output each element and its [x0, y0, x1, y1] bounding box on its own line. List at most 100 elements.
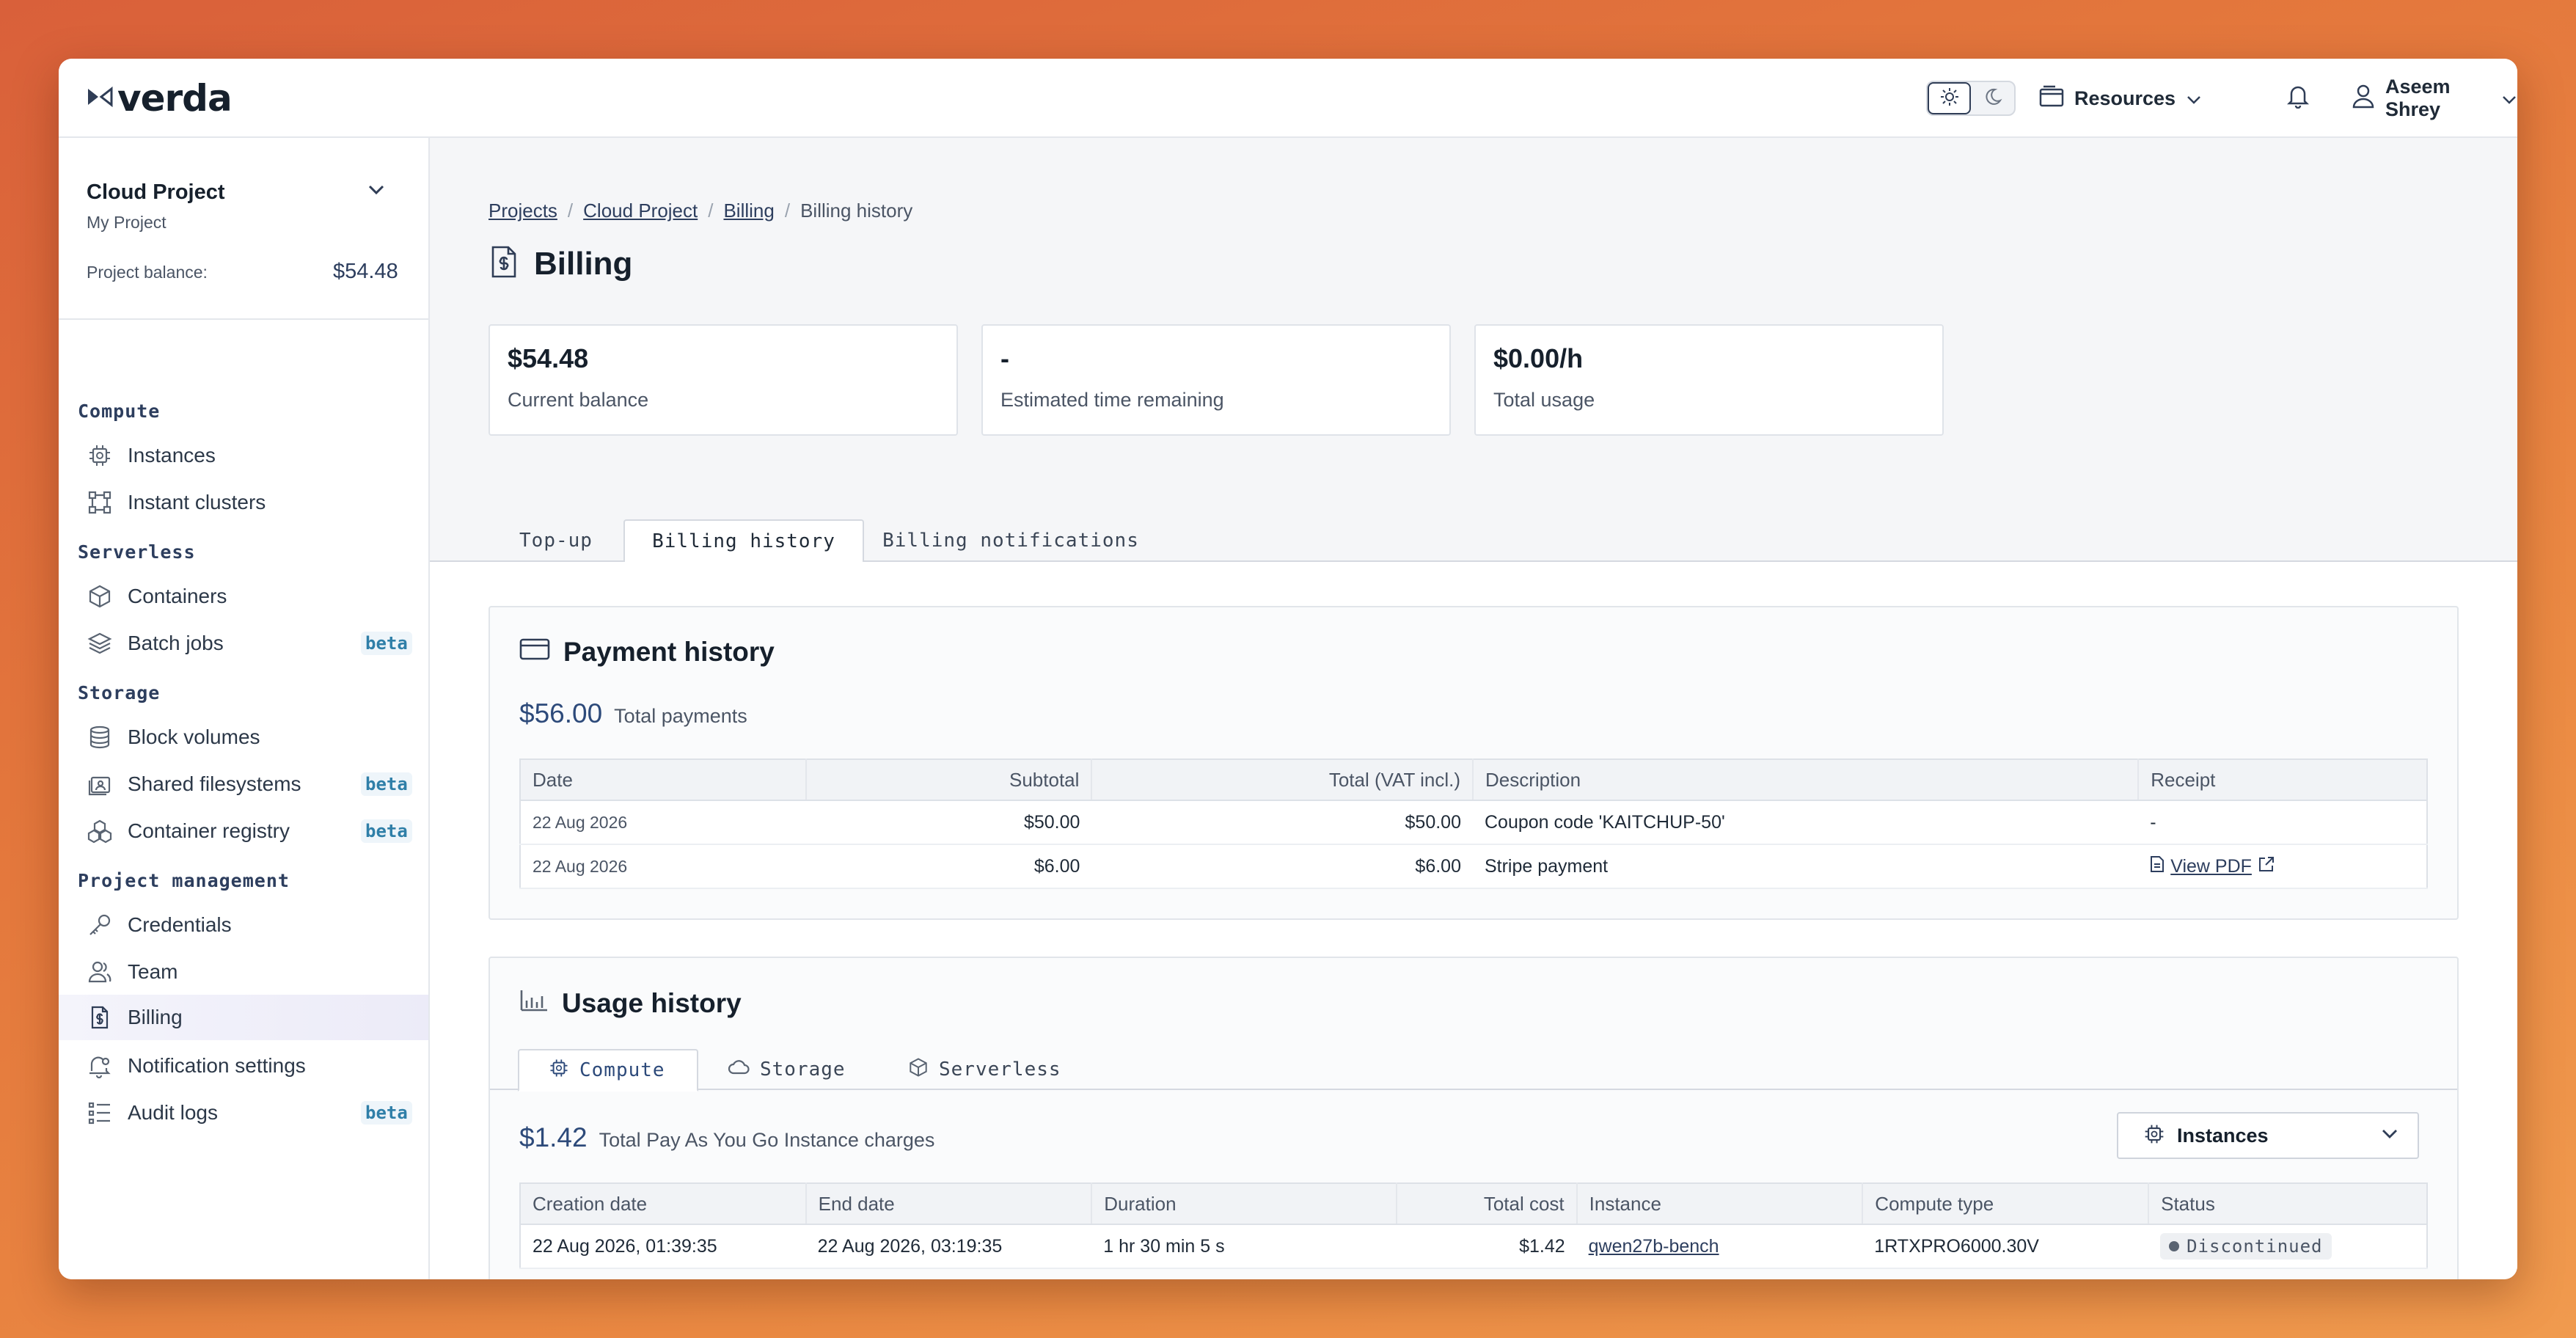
- sidebar-item-instances[interactable]: Instances: [59, 433, 428, 478]
- resources-label: Resources: [2074, 87, 2176, 109]
- sidebar-item-label: Team: [128, 960, 178, 983]
- sidebar-item-containers[interactable]: Containers: [59, 574, 428, 619]
- table-row: 22 Aug 2026, 01:39:35 22 Aug 2026, 03:19…: [520, 1224, 2427, 1269]
- notifications-button[interactable]: [2286, 81, 2310, 116]
- sidebar-item-shared-filesystems[interactable]: Shared filesystems beta: [59, 761, 428, 807]
- project-selector[interactable]: Cloud Project My Project Project balance…: [59, 138, 428, 320]
- column-header: Compute type: [1862, 1183, 2150, 1225]
- table-header-row: Creation date End date Duration Total co…: [520, 1183, 2427, 1225]
- breadcrumb-cloud-project[interactable]: Cloud Project: [583, 200, 698, 222]
- sidebar-item-notification-settings[interactable]: Notification settings: [59, 1043, 428, 1089]
- breadcrumb-separator: /: [567, 200, 574, 222]
- column-header: Duration: [1091, 1183, 1397, 1225]
- sidebar-item-container-registry[interactable]: Container registry beta: [59, 808, 428, 854]
- user-menu[interactable]: Aseem Shrey: [2352, 76, 2517, 120]
- sidebar-item-label: Batch jobs: [128, 632, 224, 654]
- subtab-compute[interactable]: Compute: [518, 1049, 698, 1092]
- dark-mode-button[interactable]: [1971, 82, 2014, 114]
- sidebar-item-label: Instances: [128, 444, 216, 467]
- subtab-serverless-label: Serverless: [939, 1059, 1061, 1081]
- payment-receipt: -: [2138, 800, 2427, 845]
- table-row: 22 Aug 2026 $50.00 $50.00 Coupon code 'K…: [520, 800, 2427, 845]
- sidebar-item-label: Containers: [128, 585, 227, 607]
- tab-billing-history[interactable]: Billing history: [623, 519, 864, 563]
- chip-icon: [549, 1058, 569, 1083]
- total-payments-label: Total payments: [614, 705, 747, 727]
- theme-toggle[interactable]: [1926, 81, 2016, 116]
- logo[interactable]: verda: [87, 77, 233, 120]
- usage-history-title: Usage history: [519, 987, 742, 1019]
- sidebar-item-label: Audit logs: [128, 1101, 218, 1124]
- sidebar-item-label: Block volumes: [128, 725, 260, 748]
- view-pdf-link[interactable]: View PDF: [2150, 855, 2275, 878]
- status-label: Discontinued: [2187, 1236, 2323, 1257]
- chevron-down-icon[interactable]: [367, 183, 386, 200]
- column-header: Total (VAT incl.): [1091, 759, 1474, 801]
- team-icon: [85, 957, 114, 987]
- sidebar: Cloud Project My Project Project balance…: [59, 138, 430, 1279]
- payment-date: 22 Aug 2026: [520, 844, 806, 889]
- compute-type: 1RTXPRO6000.30V: [1862, 1224, 2149, 1269]
- column-header: Status: [2148, 1183, 2427, 1225]
- subtab-storage[interactable]: Storage: [698, 1049, 879, 1090]
- column-header: Creation date: [520, 1183, 807, 1225]
- payment-total: $6.00: [1091, 844, 1473, 889]
- table-row: 22 Aug 2026 $6.00 $6.00 Stripe payment V…: [520, 844, 2427, 889]
- usage-table: Creation date End date Duration Total co…: [519, 1182, 2428, 1269]
- chip-icon: [2143, 1123, 2165, 1149]
- sidebar-item-team[interactable]: Team: [59, 949, 428, 995]
- total-usage-value: $0.00/h: [1493, 343, 1584, 373]
- document-icon: [2150, 855, 2165, 878]
- sidebar-item-block-volumes[interactable]: Block volumes: [59, 714, 428, 760]
- beta-badge: beta: [361, 632, 412, 655]
- sidebar-item-instant-clusters[interactable]: Instant clusters: [59, 480, 428, 525]
- breadcrumb-separator: /: [708, 200, 714, 222]
- column-header: Description: [1472, 759, 2140, 801]
- app-window: verda Resources Aseem Shrey Cloud Projec…: [59, 59, 2517, 1279]
- resources-menu[interactable]: Resources: [2039, 81, 2202, 116]
- time-remaining-label: Estimated time remaining: [1000, 389, 1224, 411]
- billing-icon: [85, 1003, 114, 1032]
- sidebar-item-batch-jobs[interactable]: Batch jobs beta: [59, 621, 428, 666]
- usage-history-panel: Usage history Compute Storage Serverless…: [489, 957, 2459, 1279]
- subtab-serverless[interactable]: Serverless: [879, 1049, 1099, 1090]
- tab-top-up[interactable]: Top-up: [489, 519, 623, 562]
- breadcrumb-projects[interactable]: Projects: [489, 200, 557, 222]
- sidebar-item-label: Container registry: [128, 819, 290, 842]
- status-dot-icon: [2169, 1241, 2180, 1251]
- duration: 1 hr 30 min 5 s: [1091, 1224, 1397, 1269]
- subtab-storage-label: Storage: [760, 1059, 846, 1081]
- end-date: 22 Aug 2026, 03:19:35: [805, 1224, 1092, 1269]
- breadcrumb: Projects / Cloud Project / Billing / Bil…: [489, 200, 912, 222]
- light-mode-button[interactable]: [1928, 82, 1971, 114]
- sidebar-item-audit-logs[interactable]: Audit logs beta: [59, 1090, 428, 1136]
- list-icon: [85, 1098, 114, 1127]
- instance-link[interactable]: qwen27b-bench: [1589, 1236, 1719, 1257]
- total-instance-charges: $1.42 Total Pay As You Go Instance charg…: [519, 1122, 934, 1153]
- payment-history-title-text: Payment history: [563, 637, 775, 667]
- sidebar-item-credentials[interactable]: Credentials: [59, 902, 428, 948]
- view-pdf-label[interactable]: View PDF: [2170, 856, 2252, 877]
- sidebar-item-billing[interactable]: Billing: [59, 995, 428, 1040]
- balance-card: $54.48 Current balance: [489, 324, 958, 436]
- project-balance-value: $54.48: [333, 260, 398, 283]
- total-payments-amount: $56.00: [519, 698, 603, 728]
- cluster-icon: [85, 488, 114, 517]
- column-header: Total cost: [1396, 1183, 1578, 1225]
- sidebar-item-label: Instant clusters: [128, 491, 266, 513]
- payment-receipt: View PDF: [2138, 844, 2427, 889]
- sidebar-item-label: Notification settings: [128, 1054, 306, 1077]
- current-balance-value: $54.48: [508, 343, 589, 373]
- bar-chart-icon: [519, 987, 549, 1019]
- payment-description: Coupon code 'KAITCHUP-50': [1472, 800, 2139, 845]
- page-title: Billing: [489, 245, 632, 282]
- payment-history-panel: Payment history $56.00 Total payments Da…: [489, 606, 2459, 920]
- resource-type-select[interactable]: Instances: [2117, 1112, 2419, 1159]
- breadcrumb-current: Billing history: [800, 200, 913, 222]
- breadcrumb-billing[interactable]: Billing: [723, 200, 774, 222]
- box-icon: [85, 582, 114, 611]
- folder-icon: [2039, 85, 2064, 112]
- total-charges-label: Total Pay As You Go Instance charges: [599, 1129, 935, 1151]
- tab-billing-notifications[interactable]: Billing notifications: [864, 519, 1157, 562]
- user-name: Aseem Shrey: [2385, 76, 2451, 120]
